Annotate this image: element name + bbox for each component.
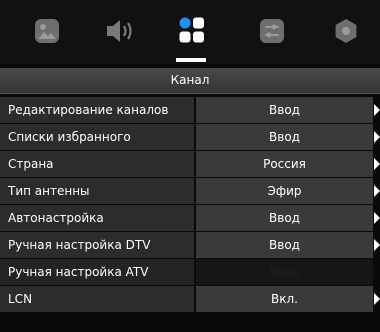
row-label-cell: Тип антенны [0, 178, 194, 204]
chevron-right-icon [374, 158, 380, 170]
chevron-right-icon [374, 185, 380, 197]
row-label: Автонастройка [8, 211, 104, 225]
lock-icon[interactable] [333, 18, 359, 44]
row-value: Ввод [269, 103, 300, 117]
settings-toggle-icon[interactable] [259, 18, 285, 44]
row-value-toggle[interactable]: Вкл. [196, 286, 373, 312]
row-label: Тип антенны [8, 184, 90, 198]
picture-icon[interactable] [34, 18, 60, 44]
chevron-right-icon [374, 239, 380, 251]
row-value-button[interactable]: Ввод [196, 97, 373, 123]
row-label: Списки избранного [8, 130, 131, 144]
menu-row-country[interactable]: Страна Россия [0, 151, 380, 177]
row-label-cell: Страна [0, 151, 194, 177]
row-value: Ввод [269, 265, 300, 279]
menu-row-antenna-type[interactable]: Тип антенны Эфир [0, 178, 380, 204]
row-value: Эфир [267, 184, 302, 198]
bottom-bar [0, 314, 380, 332]
menu-title-bar: Канал [0, 68, 380, 94]
row-label-cell: Списки избранного [0, 124, 194, 150]
row-value-button[interactable]: Ввод [196, 205, 373, 231]
page-title: Канал [170, 73, 210, 87]
channel-settings-list: Редактирование каналов Ввод Списки избра… [0, 97, 380, 313]
menu-row-lcn[interactable]: LCN Вкл. [0, 286, 380, 312]
row-label: Редактирование каналов [8, 103, 169, 117]
row-value-select[interactable]: Россия [196, 151, 373, 177]
row-label: Ручная настройка DTV [8, 238, 151, 252]
row-label: LCN [8, 292, 33, 306]
chevron-right-icon [374, 104, 380, 116]
row-label: Страна [8, 157, 54, 171]
row-value-button-disabled: Ввод [196, 259, 373, 285]
menu-row-edit-channels[interactable]: Редактирование каналов Ввод [0, 97, 380, 123]
row-value: Ввод [269, 211, 300, 225]
row-label-cell: Ручная настройка ATV [0, 259, 194, 285]
top-menu-bar [0, 0, 380, 64]
row-value-button[interactable]: Ввод [196, 232, 373, 258]
row-value: Ввод [269, 238, 300, 252]
chevron-right-icon [374, 293, 380, 305]
row-label-cell: LCN [0, 286, 194, 312]
chevron-right-icon [374, 212, 380, 224]
row-value: Вкл. [271, 292, 298, 306]
row-label: Ручная настройка ATV [8, 265, 149, 279]
menu-row-manual-atv: Ручная настройка ATV Ввод [0, 259, 380, 285]
row-label-cell: Автонастройка [0, 205, 194, 231]
chevron-right-icon [374, 131, 380, 143]
menu-row-favorite-lists[interactable]: Списки избранного Ввод [0, 124, 380, 150]
channel-icon[interactable] [178, 16, 204, 43]
row-label-cell: Ручная настройка DTV [0, 232, 194, 258]
row-value: Ввод [269, 130, 300, 144]
menu-row-auto-tuning[interactable]: Автонастройка Ввод [0, 205, 380, 231]
row-value: Россия [263, 157, 306, 171]
menu-row-manual-dtv[interactable]: Ручная настройка DTV Ввод [0, 232, 380, 258]
row-value-select[interactable]: Эфир [196, 178, 373, 204]
active-tab-indicator [176, 58, 206, 62]
row-label-cell: Редактирование каналов [0, 97, 194, 123]
sound-icon[interactable] [105, 18, 132, 44]
row-value-button[interactable]: Ввод [196, 124, 373, 150]
